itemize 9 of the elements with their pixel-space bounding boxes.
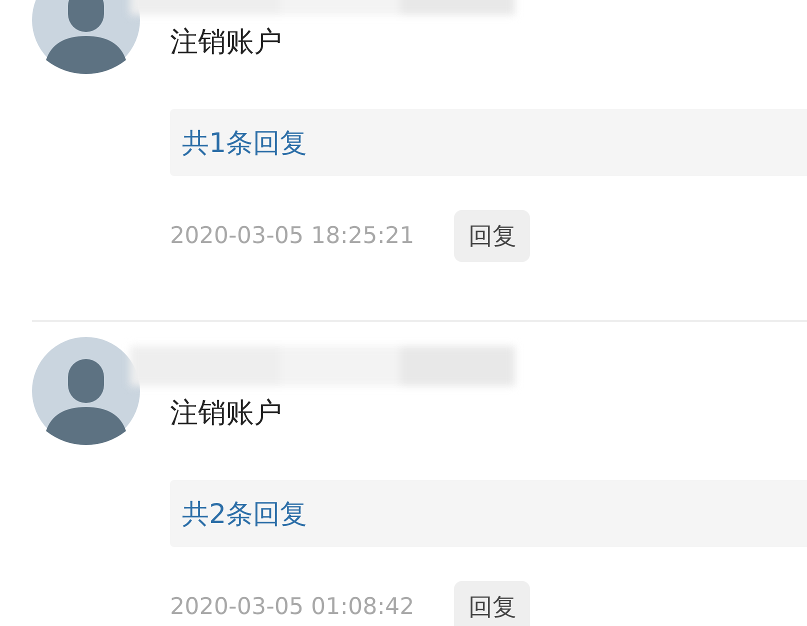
reply-button[interactable]: 回复 (454, 581, 530, 626)
comment-time: 2020-03-05 01:08:42 (170, 594, 414, 620)
avatar-icon (32, 337, 140, 445)
reply-button[interactable]: 回复 (454, 210, 530, 262)
comment-time: 2020-03-05 18:25:21 (170, 223, 414, 249)
replies-link[interactable]: 共2条回复 (170, 480, 807, 547)
comment-text: 注销账户 (170, 395, 282, 431)
replies-link[interactable]: 共1条回复 (170, 109, 807, 176)
comment-text: 注销账户 (170, 24, 282, 60)
